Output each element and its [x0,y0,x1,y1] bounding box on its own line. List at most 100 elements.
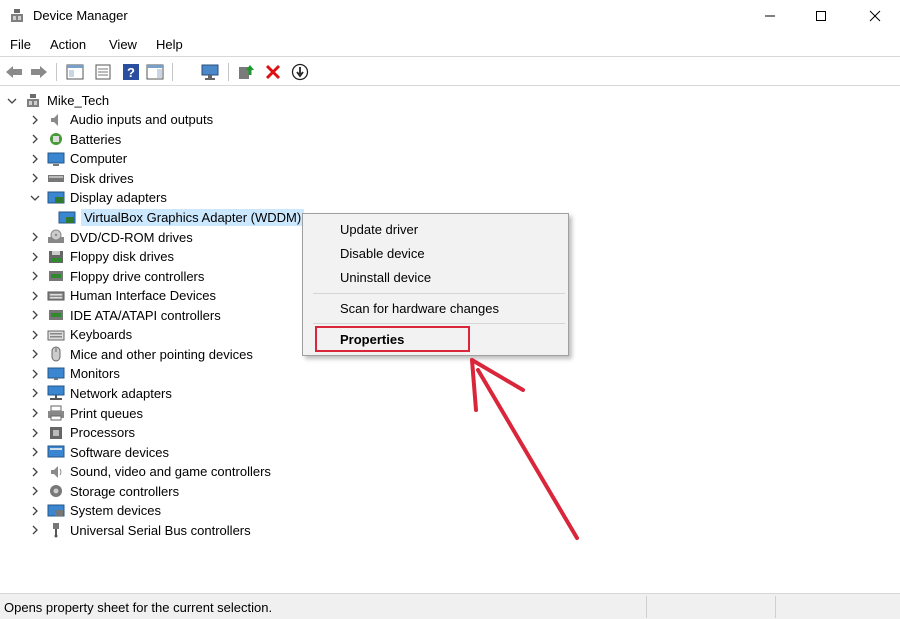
properties-icon[interactable] [93,62,113,82]
tree-root-label: Mike_Tech [47,93,110,109]
scan-hardware-icon[interactable] [200,62,220,82]
menu-help[interactable]: Help [156,37,183,52]
chevron-right-icon[interactable] [29,309,41,321]
toolbar: ? [0,56,900,86]
chevron-right-icon[interactable] [29,368,41,380]
ctx-separator [313,323,565,324]
chevron-right-icon[interactable] [29,290,41,302]
chevron-right-icon[interactable] [29,114,41,126]
uninstall-icon[interactable] [263,62,283,82]
tree-category-floppy-disk-drives[interactable]: Floppy disk drives [29,247,174,267]
controller-icon [47,307,65,323]
tree-item-label: Floppy drive controllers [70,268,205,284]
mouse-icon [47,346,65,362]
tree-category-universal-serial-bus-controllers[interactable]: Universal Serial Bus controllers [29,521,251,541]
sound-icon [47,464,65,480]
tree-item-label: Computer [70,151,128,167]
ctx-update-driver[interactable]: Update driver [340,222,418,237]
help-icon[interactable]: ? [121,62,141,82]
tree-item-label: Human Interface Devices [70,288,216,304]
update-driver-icon[interactable] [236,62,256,82]
tree-category-monitors[interactable]: Monitors [29,364,120,384]
chevron-right-icon[interactable] [29,348,41,360]
chevron-right-icon[interactable] [29,485,41,497]
system-device-icon [47,503,65,519]
tree-item-label: Print queues [70,405,143,421]
tree-category-floppy-drive-controllers[interactable]: Floppy drive controllers [29,266,204,286]
forward-icon[interactable] [29,62,49,82]
tree-item-label: Processors [70,425,136,441]
menu-action[interactable]: Action [50,37,86,52]
tree-category-display-adapters[interactable]: Display adapters [29,188,167,208]
back-icon[interactable] [4,62,24,82]
tree-category-processors[interactable]: Processors [29,423,135,443]
chevron-right-icon[interactable] [29,466,41,478]
close-button[interactable] [852,0,898,32]
chevron-right-icon[interactable] [29,407,41,419]
chevron-right-icon[interactable] [29,329,41,341]
chevron-down-icon[interactable] [29,192,41,204]
tree-item-label: DVD/CD-ROM drives [70,229,193,245]
display-adapter-icon [47,190,65,206]
chevron-down-icon[interactable] [6,95,18,107]
tree-device-virtualbox-graphics-adapter-wddm[interactable]: VirtualBox Graphics Adapter (WDDM) [52,208,305,228]
tree-category-keyboards[interactable]: Keyboards [29,325,132,345]
tree-category-mice-and-other-pointing-devices[interactable]: Mice and other pointing devices [29,345,253,365]
chevron-right-icon[interactable] [29,270,41,282]
menu-view[interactable]: View [109,37,137,52]
tree-item-label: Audio inputs and outputs [70,112,214,128]
tree-item-label: System devices [70,503,162,519]
tree-root[interactable]: Mike_Tech [6,91,109,111]
tree-category-audio-inputs-and-outputs[interactable]: Audio inputs and outputs [29,110,213,130]
show-hide-console-tree-icon[interactable] [65,62,85,82]
tree-category-network-adapters[interactable]: Network adapters [29,384,172,404]
tree-category-software-devices[interactable]: Software devices [29,442,169,462]
minimize-button[interactable] [747,0,793,32]
menu-file[interactable]: File [10,37,31,52]
chevron-right-icon[interactable] [29,251,41,263]
ctx-uninstall-device[interactable]: Uninstall device [340,270,431,285]
chevron-right-icon[interactable] [29,505,41,517]
tree-item-label: Batteries [70,131,122,147]
display-adapter-icon [58,210,76,226]
tree-category-sound-video-and-game-controllers[interactable]: Sound, video and game controllers [29,462,271,482]
action-pane-icon[interactable] [145,62,165,82]
computer-root-icon [24,93,42,109]
tree-category-disk-drives[interactable]: Disk drives [29,169,134,189]
tree-category-human-interface-devices[interactable]: Human Interface Devices [29,286,216,306]
tree-category-dvd-cd-rom-drives[interactable]: DVD/CD-ROM drives [29,227,193,247]
status-text: Opens property sheet for the current sel… [4,600,273,615]
title-bar: Device Manager [0,0,900,32]
software-device-icon [47,444,65,460]
ctx-scan-hardware[interactable]: Scan for hardware changes [340,301,499,316]
computer-icon [47,151,65,167]
tree-category-computer[interactable]: Computer [29,149,127,169]
chevron-right-icon[interactable] [29,231,41,243]
chevron-right-icon[interactable] [29,172,41,184]
svg-text:?: ? [127,65,135,80]
tree-item-label: Software devices [70,444,169,460]
tree-category-ide-ata-atapi-controllers[interactable]: IDE ATA/ATAPI controllers [29,306,221,326]
processor-icon [47,425,65,441]
dvd-icon [47,229,65,245]
disk-drive-icon [47,170,65,186]
status-divider [775,596,776,618]
maximize-button[interactable] [798,0,844,32]
chevron-right-icon[interactable] [29,153,41,165]
chevron-right-icon[interactable] [29,446,41,458]
tree-category-storage-controllers[interactable]: Storage controllers [29,481,179,501]
chevron-right-icon[interactable] [29,387,41,399]
tree-item-label: Floppy disk drives [70,249,175,265]
keyboard-icon [47,327,65,343]
controller-icon [47,268,65,284]
tree-category-print-queues[interactable]: Print queues [29,403,143,423]
chevron-right-icon[interactable] [29,524,41,536]
chevron-right-icon[interactable] [29,427,41,439]
tree-category-system-devices[interactable]: System devices [29,501,161,521]
tree-item-label: VirtualBox Graphics Adapter (WDDM) [81,209,305,226]
tree-category-batteries[interactable]: Batteries [29,130,121,150]
disable-device-icon[interactable] [290,62,310,82]
ctx-disable-device[interactable]: Disable device [340,246,425,261]
tree-item-label: Monitors [70,366,120,382]
chevron-right-icon[interactable] [29,133,41,145]
